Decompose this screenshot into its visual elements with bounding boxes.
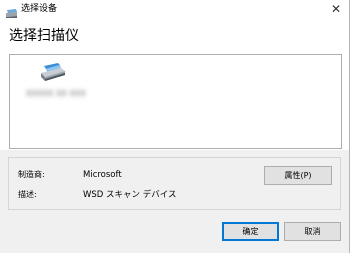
list-item[interactable]: XXXXX XX XXX xyxy=(26,62,90,104)
cancel-button[interactable]: 取消 xyxy=(284,222,341,241)
manufacturer-label: 制造商: xyxy=(18,170,45,179)
title-bar: 选择设备 ✕ xyxy=(0,0,349,20)
scanner-title-icon xyxy=(5,4,18,18)
manufacturer-value: Microsoft xyxy=(83,170,122,180)
close-button[interactable]: ✕ xyxy=(323,0,349,20)
select-device-dialog: 选择设备 ✕ 选择扫描仪 XXXXX XX XXX 制造商: Microsoft… xyxy=(0,0,350,253)
device-info-box: 制造商: Microsoft 描述: WSD スキャン デバイス 属性(P) xyxy=(8,157,341,210)
device-list[interactable]: XXXXX XX XXX xyxy=(9,54,342,149)
description-label: 描述: xyxy=(18,190,37,199)
page-title: 选择扫描仪 xyxy=(9,28,79,44)
ok-button[interactable]: 确定 xyxy=(222,222,279,241)
scanner-icon xyxy=(38,62,68,84)
properties-button[interactable]: 属性(P) xyxy=(264,166,332,185)
device-name: XXXXX XX XXX xyxy=(26,89,86,98)
window-title: 选择设备 xyxy=(21,4,58,14)
description-value: WSD スキャン デバイス xyxy=(83,190,177,200)
